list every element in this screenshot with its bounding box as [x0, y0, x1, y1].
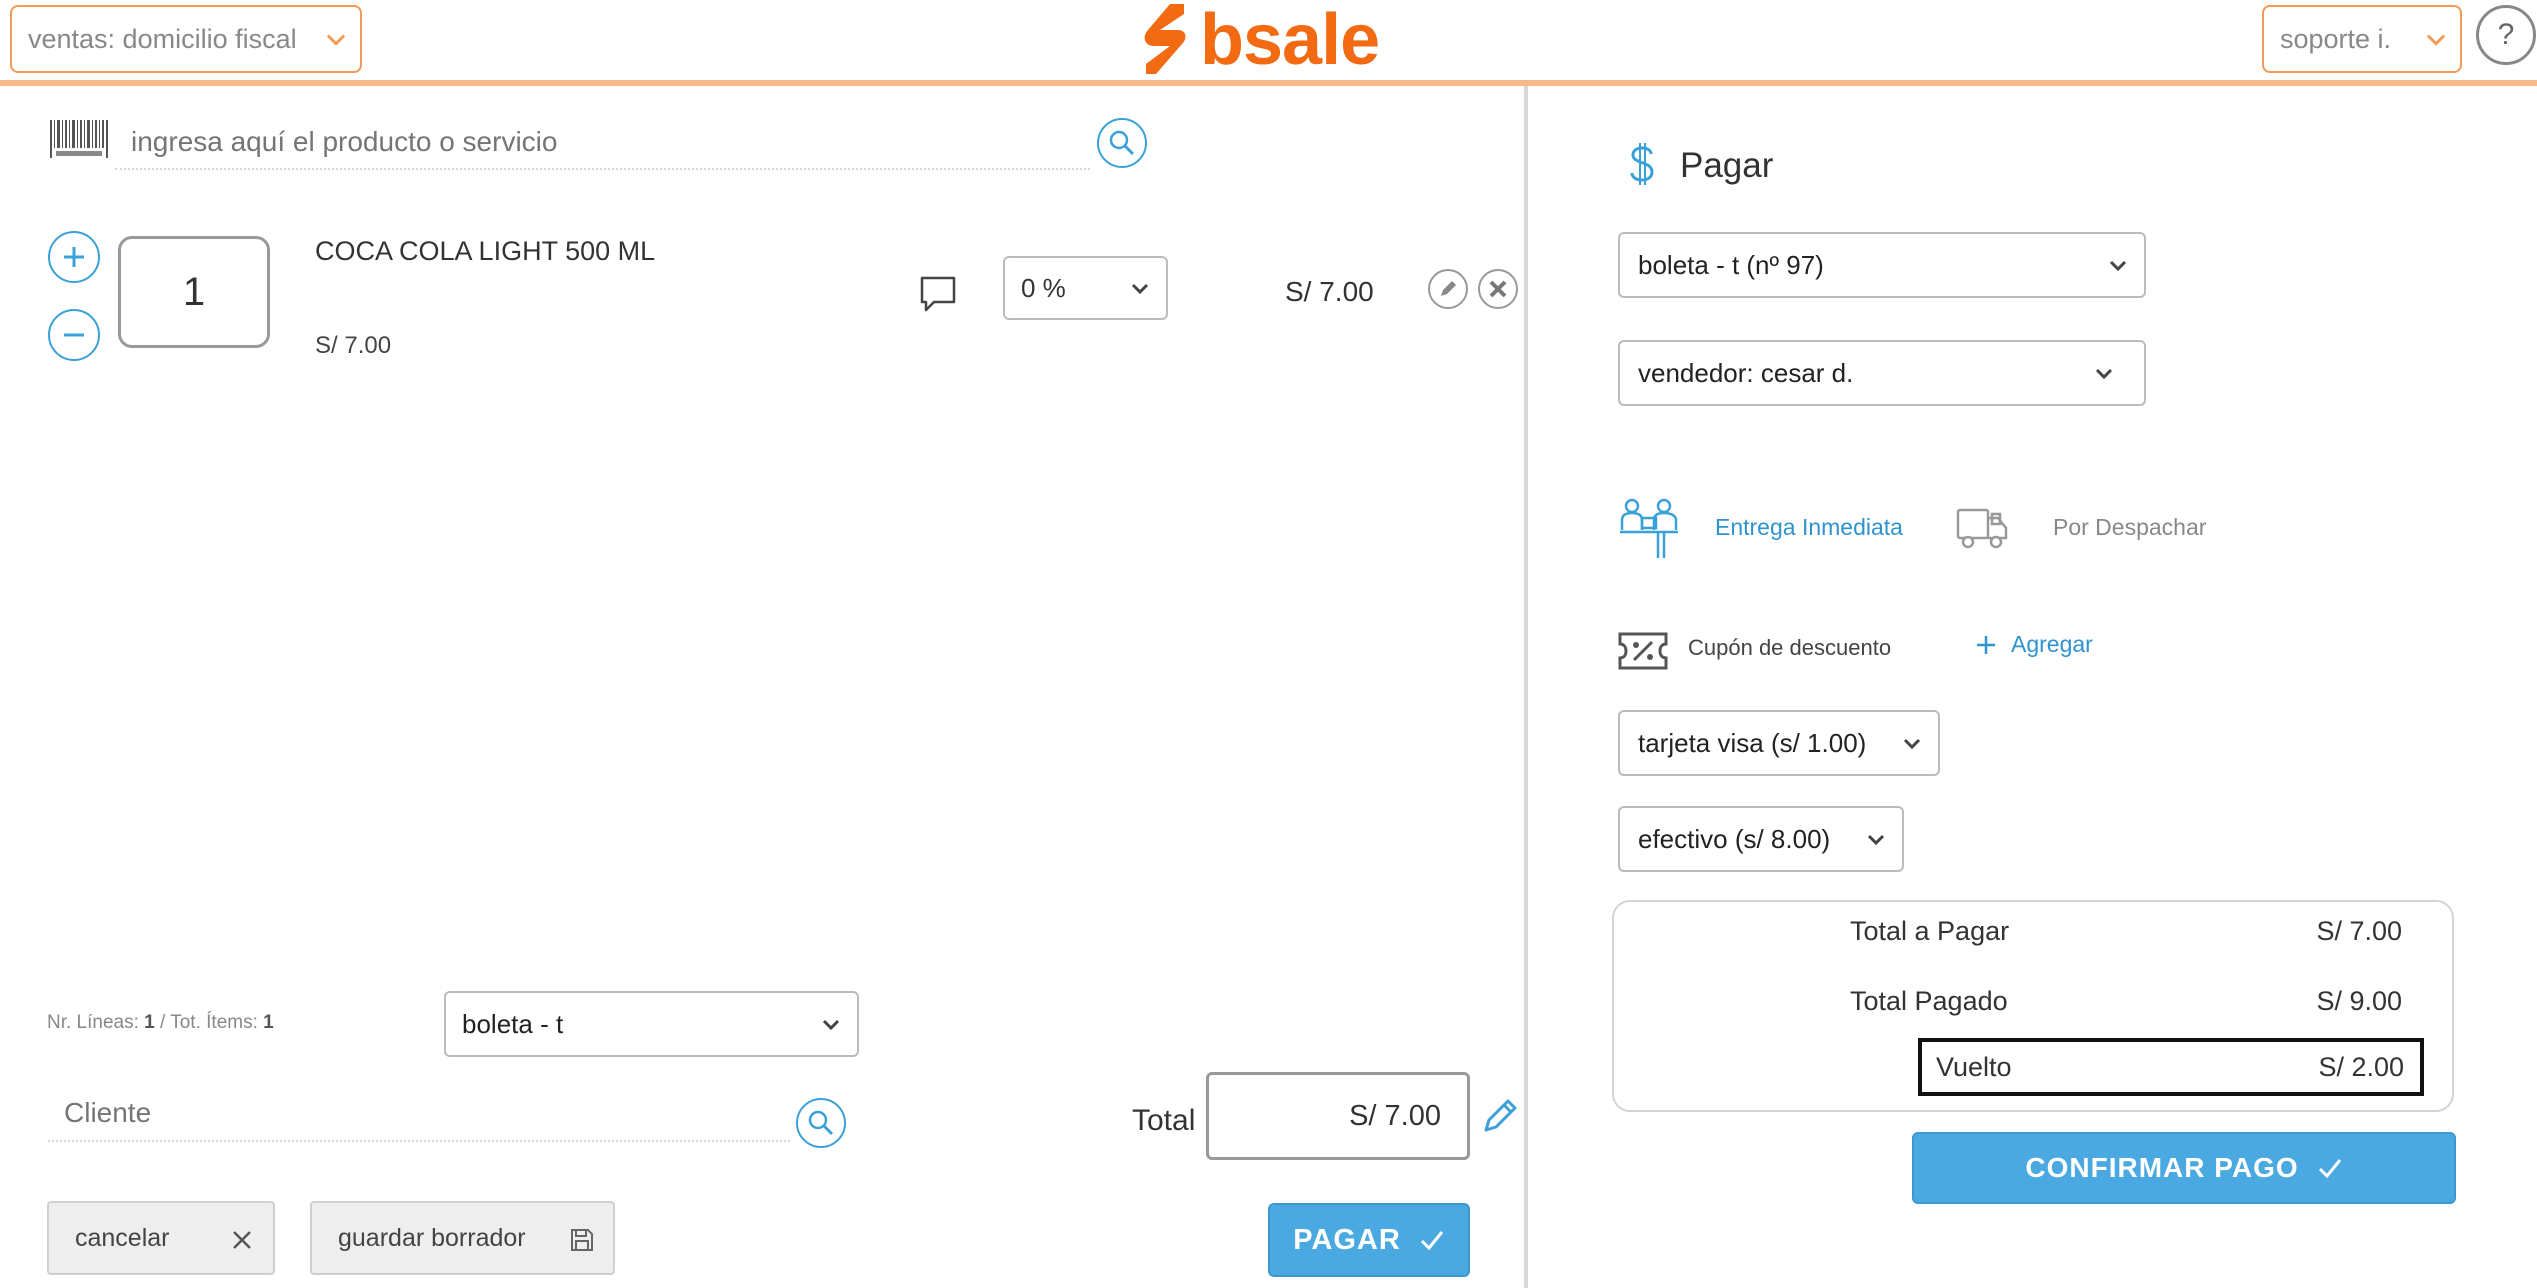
seller-value: vendedor: cesar d.: [1638, 357, 1854, 388]
confirm-payment-button[interactable]: CONFIRMAR PAGO: [1912, 1132, 2456, 1204]
sale-panel: 1 COCA COLA LIGHT 500 ML S/ 7.00 0 % S/ …: [0, 86, 1528, 1288]
chevron-down-icon: [2426, 34, 2446, 46]
payment-method-select[interactable]: efectivo (s/ 8.00): [1618, 806, 1904, 872]
lines-count: 1: [144, 1012, 155, 1033]
document-type-select[interactable]: boleta - t: [444, 991, 859, 1057]
change-value: S/ 2.00: [2318, 1052, 2404, 1082]
item-total: S/ 7.00: [1285, 276, 1374, 307]
close-icon: [1489, 280, 1507, 298]
dispatch-option[interactable]: Por Despachar: [2053, 514, 2206, 541]
document-number-value: boleta - t (nº 97): [1638, 249, 1824, 280]
payment-summary: Total a Pagar S/ 7.00 Total Pagado S/ 9.…: [1612, 900, 2454, 1112]
items-count: 1: [263, 1012, 274, 1033]
payment-method-value: tarjeta visa (s/ 1.00): [1638, 727, 1867, 758]
chevron-down-icon: [1131, 283, 1149, 295]
cancel-label: cancelar: [75, 1223, 170, 1252]
decrease-quantity-button[interactable]: [48, 309, 100, 361]
coupon-icon: [1618, 632, 1668, 670]
total-to-pay-value: S/ 7.00: [2316, 916, 2402, 946]
total-field: S/ 7.00: [1206, 1072, 1470, 1160]
edit-line-button[interactable]: [1428, 269, 1468, 309]
quantity-value: 1: [182, 269, 206, 314]
search-icon: [808, 1110, 834, 1136]
discount-value: 0 %: [1021, 272, 1066, 303]
confirm-payment-label: CONFIRMAR PAGO: [2025, 1152, 2299, 1183]
chevron-down-icon: [2095, 368, 2113, 380]
product-search-button[interactable]: [1097, 118, 1147, 168]
add-coupon-button[interactable]: Agregar: [1975, 631, 2093, 658]
user-select[interactable]: soporte i.: [2262, 5, 2462, 73]
save-draft-button[interactable]: guardar borrador: [310, 1201, 615, 1275]
bsale-logo-mark-icon: [1144, 4, 1186, 74]
user-select-value: soporte i.: [2280, 23, 2392, 54]
total-value: S/ 7.00: [1349, 1099, 1441, 1132]
discount-select[interactable]: 0 %: [1003, 256, 1168, 320]
check-icon: [2318, 1159, 2341, 1179]
help-button[interactable]: ?: [2476, 5, 2536, 65]
check-icon: [1420, 1231, 1443, 1251]
branch-select[interactable]: ventas: domicilio fiscal: [10, 5, 362, 73]
close-icon: [233, 1231, 251, 1249]
chevron-down-icon: [326, 34, 346, 46]
remove-line-button[interactable]: [1478, 269, 1518, 309]
logo-text: bsale: [1200, 0, 1380, 80]
plus-icon: [64, 247, 84, 267]
quantity-field[interactable]: 1: [118, 236, 270, 348]
pay-button[interactable]: PAGAR: [1268, 1203, 1470, 1277]
client-input[interactable]: [48, 1086, 790, 1142]
add-coupon-label: Agregar: [2011, 631, 2093, 657]
branch-select-value: ventas: domicilio fiscal: [28, 23, 297, 54]
items-label: / Tot. Ítems:: [154, 1012, 264, 1033]
change-label: Vuelto: [1936, 1052, 2012, 1082]
lines-label: Nr. Líneas:: [47, 1012, 145, 1033]
search-icon: [1109, 130, 1135, 156]
item-unit-price: S/ 7.00: [315, 332, 392, 359]
pay-label: PAGAR: [1293, 1223, 1401, 1256]
save-icon: [571, 1229, 593, 1251]
payment-panel: Pagar boleta - t (nº 97) vendedor: cesar…: [1532, 86, 2537, 1288]
seller-select[interactable]: vendedor: cesar d.: [1618, 340, 2146, 406]
document-number-select[interactable]: boleta - t (nº 97): [1618, 232, 2146, 298]
change-row: Vuelto S/ 2.00: [1918, 1038, 2424, 1096]
total-to-pay-label: Total a Pagar: [1850, 916, 2010, 946]
pencil-icon[interactable]: [1480, 1096, 1520, 1136]
increase-quantity-button[interactable]: [48, 231, 100, 283]
delivery-handover-icon[interactable]: [1618, 496, 1680, 560]
document-type-value: boleta - t: [462, 1008, 564, 1039]
chevron-down-icon: [1867, 834, 1885, 846]
help-label: ?: [2497, 18, 2515, 51]
payment-heading: Pagar: [1680, 146, 1774, 185]
bsale-logo: bsale: [1140, 0, 1410, 80]
product-search-input[interactable]: [115, 116, 1090, 170]
payment-method-select[interactable]: tarjeta visa (s/ 1.00): [1618, 710, 1940, 776]
barcode-icon: [50, 120, 108, 158]
total-label: Total: [1132, 1104, 1196, 1137]
pencil-icon: [1441, 281, 1456, 296]
save-draft-label: guardar borrador: [338, 1223, 526, 1252]
immediate-delivery-option[interactable]: Entrega Inmediata: [1715, 514, 1903, 541]
client-search-button[interactable]: [796, 1098, 846, 1148]
total-paid-label: Total Pagado: [1850, 986, 2008, 1016]
chevron-down-icon: [1903, 738, 1921, 750]
payment-method-value: efectivo (s/ 8.00): [1638, 823, 1831, 854]
comment-icon[interactable]: [918, 274, 958, 314]
top-bar: ventas: domicilio fiscal bsale soporte i…: [0, 0, 2537, 86]
dollar-icon: [1630, 143, 1654, 185]
plus-icon: [1977, 635, 1995, 654]
line-stats: Nr. Líneas: 1 / Tot. Ítems: 1: [47, 1012, 274, 1034]
truck-icon[interactable]: [1956, 504, 2008, 550]
coupon-label: Cupón de descuento: [1688, 635, 1892, 660]
chevron-down-icon: [822, 1019, 840, 1031]
minus-icon: [64, 333, 84, 337]
item-name: COCA COLA LIGHT 500 ML: [315, 236, 656, 266]
cancel-button[interactable]: cancelar: [47, 1201, 275, 1275]
total-paid-value: S/ 9.00: [2316, 986, 2402, 1016]
chevron-down-icon: [2109, 260, 2127, 272]
